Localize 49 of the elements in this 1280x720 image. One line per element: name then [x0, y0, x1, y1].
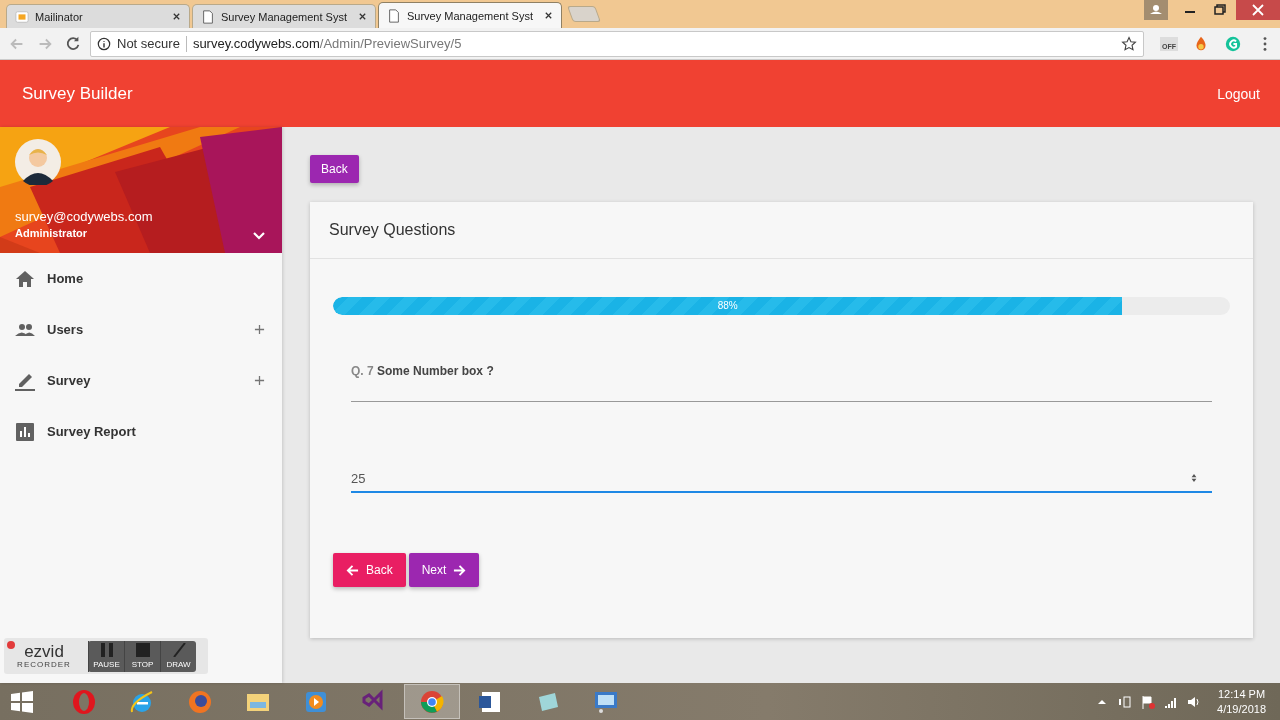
- question-text: Q. 7 Some Number box ?: [351, 364, 494, 378]
- menu-item[interactable]: Home: [0, 253, 282, 304]
- draw-button[interactable]: DRAW: [160, 640, 196, 672]
- app-title[interactable]: Survey Builder: [22, 83, 133, 104]
- number-field[interactable]: 25: [351, 465, 1212, 493]
- menu-item[interactable]: Survey: [0, 355, 282, 406]
- menu-item[interactable]: Survey Report: [0, 406, 282, 457]
- browser-tab[interactable]: Survey Management Syst: [378, 2, 562, 28]
- page-icon: [387, 8, 401, 23]
- recorder-label: RECORDER: [17, 659, 71, 669]
- spinner-icon[interactable]: [1190, 472, 1198, 484]
- user-role: Administrator: [15, 227, 88, 239]
- avatar: [15, 139, 61, 185]
- stop-button[interactable]: STOP: [124, 640, 160, 672]
- close-icon[interactable]: [172, 12, 181, 21]
- next-button[interactable]: Next: [408, 553, 480, 587]
- reload-icon[interactable]: [64, 34, 82, 53]
- back-button[interactable]: Back: [310, 155, 359, 183]
- plus-icon[interactable]: [254, 375, 265, 386]
- recorder-logo: ezvid: [24, 643, 64, 660]
- close-icon[interactable]: [544, 11, 553, 20]
- arrow-left-icon: [346, 563, 359, 577]
- record-icon: [7, 641, 15, 649]
- chevron-down-icon[interactable]: [252, 231, 266, 241]
- flag-icon[interactable]: [1141, 694, 1156, 709]
- url-text: survey.codywebs.com/Admin/PreviewSurvey/5: [192, 36, 463, 51]
- pause-button[interactable]: PAUSE: [88, 640, 124, 672]
- chart-icon: [15, 421, 35, 442]
- card-title: Survey Questions: [329, 221, 456, 239]
- security-label: Not secure: [117, 36, 180, 51]
- volume-icon[interactable]: [1187, 694, 1202, 709]
- back-button[interactable]: Back: [333, 553, 406, 587]
- address-bar[interactable]: Not secure survey.codywebs.com/Admin/PreviewSurvey/5: [90, 30, 1144, 57]
- browser-tab[interactable]: Survey Management Syst: [192, 4, 376, 28]
- clock[interactable]: 12:14 PM 4/19/2018: [1217, 686, 1266, 717]
- home-icon: [15, 268, 35, 289]
- browser-tab[interactable]: Mailinator: [6, 4, 190, 28]
- windows-icon[interactable]: [10, 689, 34, 714]
- logout-link[interactable]: Logout: [1217, 85, 1260, 102]
- plus-icon[interactable]: [254, 324, 265, 335]
- star-icon[interactable]: [1121, 35, 1137, 52]
- user-icon[interactable]: [1144, 0, 1168, 20]
- menu-item[interactable]: Users: [0, 304, 282, 355]
- arrow-right-icon: [453, 563, 467, 577]
- progress-label: 88%: [716, 299, 739, 313]
- close-icon[interactable]: [358, 12, 367, 21]
- info-icon: [97, 36, 111, 51]
- user-email: survey@codywebs.com: [15, 209, 153, 224]
- page-icon: [201, 9, 215, 24]
